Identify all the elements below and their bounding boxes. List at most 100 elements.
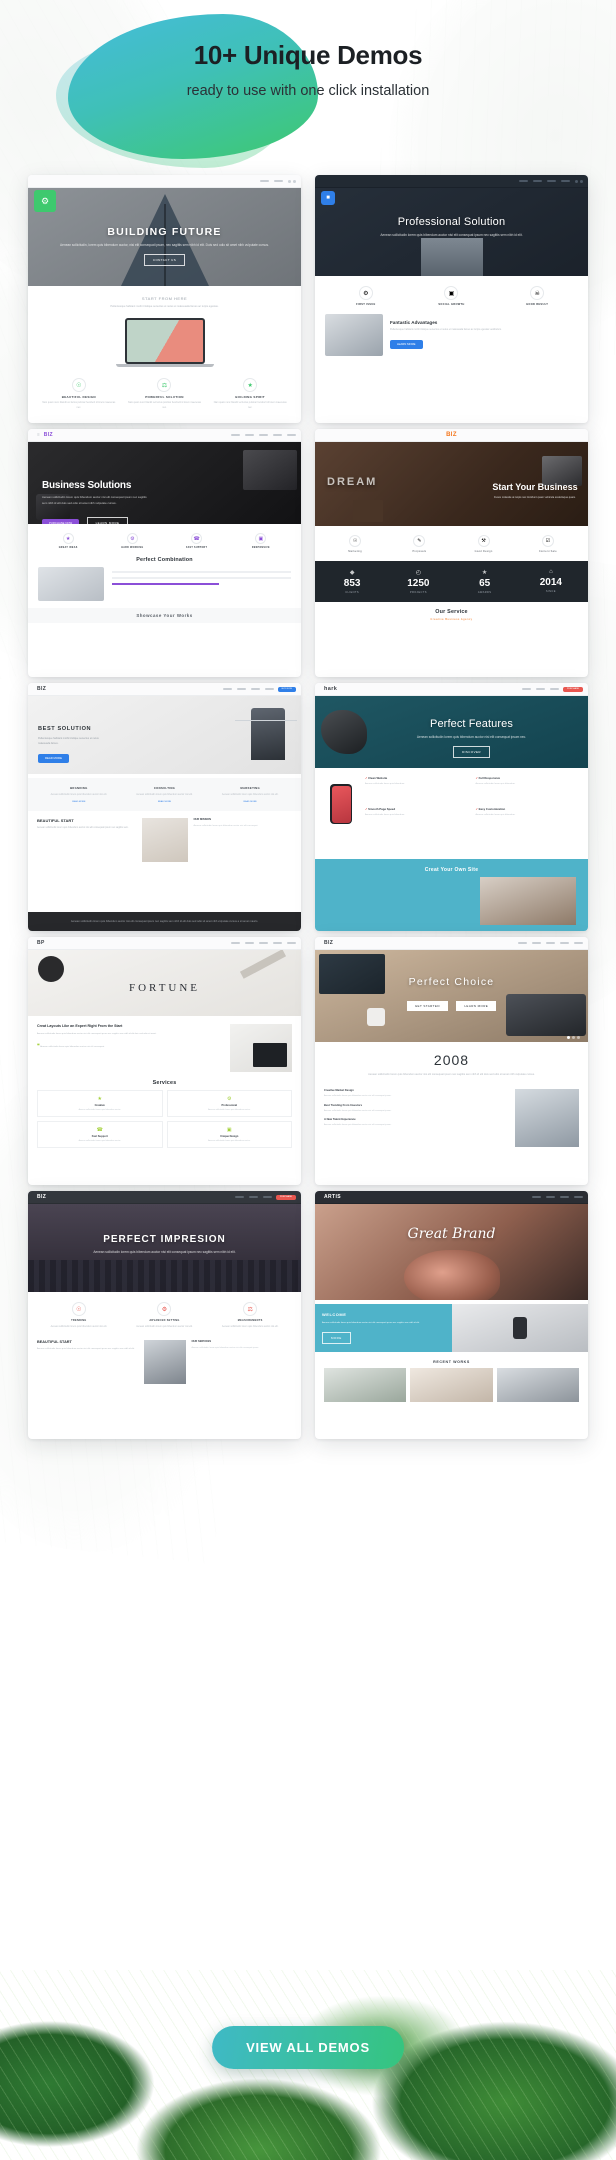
demo-5-hero-button[interactable]: READ MORE bbox=[38, 753, 69, 763]
demo-8-list-item: Best Trending From Investors bbox=[324, 1103, 363, 1107]
demo-10-work-thumb[interactable] bbox=[496, 1367, 579, 1402]
demo-card[interactable]: BP FORTUNE Creat Layouts Like an Expert … bbox=[28, 937, 301, 1185]
demo-7-service: ★ Creative Aenean sollicitudin lorem qui… bbox=[37, 1090, 163, 1117]
demo-9-hero-para: Aenean sollicitudin lorem quis bibendum … bbox=[93, 1250, 236, 1254]
demo-4-feature: ☑ Content Sale bbox=[517, 535, 579, 553]
demo-1-hero-title: BUILDING FUTURE bbox=[107, 226, 222, 238]
service-icon: ⚙ bbox=[227, 1096, 232, 1102]
demo-4-section-sub: Creative Business Agency bbox=[430, 618, 473, 621]
demo-card[interactable]: ■ Professional Solution Aenean sollicitu… bbox=[315, 175, 588, 423]
demo-4-logo: BIZ bbox=[446, 432, 457, 438]
demo-2-hero-para: Aenean sollicitudin lorem quis bibendum … bbox=[380, 233, 523, 237]
demo-6-hero-para: Aenean sollicitudin lorem quis bibendum … bbox=[416, 735, 527, 739]
demo-2-hero-title: Professional Solution bbox=[397, 216, 506, 228]
demo-5-hero-para: Pellentesque habitant morbi tristique se… bbox=[38, 737, 99, 745]
demo-1-hero: BUILDING FUTURE Aenean sollicitudin, lor… bbox=[28, 188, 301, 286]
demo-2-section-button[interactable]: LEARN MORE bbox=[390, 339, 423, 349]
demo-3-primary-button[interactable]: PURCHASE NOW bbox=[42, 518, 80, 524]
browser-chrome bbox=[315, 175, 588, 188]
demo-2-feature: ⚙ FIRST ISSUE bbox=[327, 286, 404, 306]
demo-7-section-title: Creat Layouts Like an Expert Right From … bbox=[37, 1024, 123, 1028]
demo-8-hero: Perfect Choice GET STARTED LEARN MORE bbox=[315, 950, 588, 1042]
demo-10-works-title: RECENT WORKS bbox=[433, 1359, 470, 1364]
demo-5-hero-title: BEST SOLUTION bbox=[38, 726, 92, 732]
feature-icon: ☉ bbox=[71, 1302, 86, 1316]
demo-card[interactable]: ⚙ BUILDING FUTURE Aenean sollicitudin, l… bbox=[28, 175, 301, 423]
demo-card[interactable]: BIZ BUY NOW BEST SOLUTION Pellentesque h… bbox=[28, 683, 301, 931]
demo-5-nav-button[interactable]: BUY NOW bbox=[277, 686, 296, 692]
view-all-demos-button[interactable]: VIEW ALL DEMOS bbox=[212, 2026, 404, 2069]
demo-5-logo: BIZ bbox=[37, 686, 47, 692]
demo-5-hero: BEST SOLUTION Pellentesque habitant morb… bbox=[28, 696, 301, 774]
browser-chrome: BIZ bbox=[315, 937, 588, 950]
counter-icon: ★ bbox=[481, 570, 488, 576]
demo-6-feature: ✓ Smooth Page Speed Aenean sollicitudin … bbox=[365, 806, 405, 816]
feature-icon: ☠ bbox=[530, 286, 545, 300]
demo-card[interactable]: BIZ Perfect Choice GET STARTED LEARN MOR… bbox=[315, 937, 588, 1185]
demo-7-service: ☎ Fast Support Aenean sollicitudin lorem… bbox=[37, 1121, 163, 1148]
feature-icon: ★ bbox=[243, 378, 258, 393]
counter-icon: ◴ bbox=[415, 570, 421, 576]
demo-2-hero: Professional Solution Aenean sollicitudi… bbox=[315, 188, 588, 276]
browser-chrome: BP bbox=[28, 937, 301, 950]
demo-card[interactable]: hark PURCHASE Perfect Features Aenean so… bbox=[315, 683, 588, 931]
demo-9-feature: ☉ TRENDING Aenean sollicitudin lorem qui… bbox=[40, 1302, 117, 1330]
demo-6-hero-button[interactable]: DISCOVER bbox=[453, 746, 490, 759]
feature-icon: ✎ bbox=[413, 535, 426, 547]
feature-icon: ⚙ bbox=[157, 1302, 172, 1316]
demo-card[interactable]: ARTIS Great Brand WELCOME Aenean sollici… bbox=[315, 1191, 588, 1439]
feature-icon: ⚒ bbox=[477, 535, 490, 547]
feature-icon: ▣ bbox=[444, 286, 459, 300]
demo-7-logo: BP bbox=[37, 940, 45, 946]
demo-1-feature: ☉ BEAUTIFUL DESIGN Nam quam nunc blandit… bbox=[40, 378, 117, 410]
demo-2-logo-badge: ■ bbox=[321, 191, 335, 205]
demo-1-laptop-mockup bbox=[115, 318, 214, 368]
demo-6-feature: ✓ Full Responsive Aenean sollicitudin lo… bbox=[475, 776, 516, 785]
browser-chrome: ☰ BIZ bbox=[28, 429, 301, 442]
demo-8-list-item: Creative Market Design bbox=[324, 1089, 354, 1093]
browser-chrome: BIZ bbox=[315, 429, 588, 442]
demo-8-hero-title: Perfect Choice bbox=[408, 976, 495, 988]
feature-icon: ☎ bbox=[191, 533, 203, 544]
demo-5-image bbox=[141, 817, 188, 862]
demo-3-feature: ▣ RESPONSIVE bbox=[230, 533, 292, 549]
demo-9-nav-button[interactable]: PURCHASE bbox=[275, 1194, 296, 1200]
demo-card[interactable]: BIZ DREAM Start Your Business Fusce mole… bbox=[315, 429, 588, 677]
demo-6-cta-image bbox=[480, 877, 576, 925]
demo-3-secondary-button[interactable]: LEARN MORE bbox=[86, 517, 129, 524]
counter-icon: ◆ bbox=[349, 570, 355, 576]
demo-4-section-title: Our Service bbox=[435, 609, 468, 615]
demo-2-section-title: Fantastic Advantages bbox=[390, 319, 438, 325]
demo-1-hero-button[interactable]: CONTACT US bbox=[143, 254, 186, 267]
demo-8-portrait-image bbox=[515, 1089, 579, 1148]
demo-card[interactable]: BIZ PURCHASE PERFECT IMPRESION Aenean so… bbox=[28, 1191, 301, 1439]
demo-6-feature: ✓ Clean Website Aenean sollicitudin lore… bbox=[365, 776, 405, 785]
feature-icon: ⚖ bbox=[243, 1302, 258, 1316]
demo-5-feature: CONSULTING Aenean sollicitudin lorem qui… bbox=[136, 786, 193, 803]
demo-7-image bbox=[230, 1024, 292, 1072]
demo-6-logo: hark bbox=[324, 686, 338, 692]
demo-10-work-thumb[interactable] bbox=[324, 1367, 407, 1402]
demo-10-work-thumb[interactable] bbox=[410, 1367, 493, 1402]
demo-6-hero: Perfect Features Aenean sollicitudin lor… bbox=[315, 696, 588, 768]
demo-3-hero-title: Business Solutions bbox=[42, 480, 132, 491]
demo-6-nav-button[interactable]: PURCHASE bbox=[562, 686, 583, 692]
demo-10-welcome: WELCOME Aenean sollicitudin lorem quis b… bbox=[315, 1304, 452, 1352]
page-header: 10+ Unique Demos ready to use with one c… bbox=[0, 0, 616, 175]
demo-10-welcome-button[interactable]: MORE bbox=[322, 1331, 351, 1344]
service-icon: ★ bbox=[97, 1096, 102, 1102]
feature-icon: ☉ bbox=[349, 535, 362, 547]
demo-8-secondary-button[interactable]: LEARN MORE bbox=[456, 1001, 497, 1011]
feature-icon: ⚙ bbox=[126, 533, 138, 544]
demo-card[interactable]: ☰ BIZ Business Solutions Aenean sollicit… bbox=[28, 429, 301, 677]
demo-7-hero: FORTUNE bbox=[28, 950, 301, 1016]
demo-8-primary-button[interactable]: GET STARTED bbox=[406, 1001, 448, 1011]
demo-2-section-para: Pellentesque habitant morbi tristique se… bbox=[390, 327, 502, 331]
demo-10-hero-title: Great Brand bbox=[407, 1226, 496, 1242]
page-subtitle: ready to use with one click installation bbox=[186, 83, 430, 99]
browser-chrome: hark PURCHASE bbox=[315, 683, 588, 696]
demo-2-feature: ▣ SOCIAL GROWTH bbox=[413, 286, 490, 306]
demo-9-feature: ⚖ MEASUREMENTS Aenean sollicitudin lorem… bbox=[212, 1302, 289, 1330]
browser-chrome bbox=[28, 175, 301, 188]
demo-9-hero: PERFECT IMPRESION Aenean sollicitudin lo… bbox=[28, 1204, 301, 1292]
